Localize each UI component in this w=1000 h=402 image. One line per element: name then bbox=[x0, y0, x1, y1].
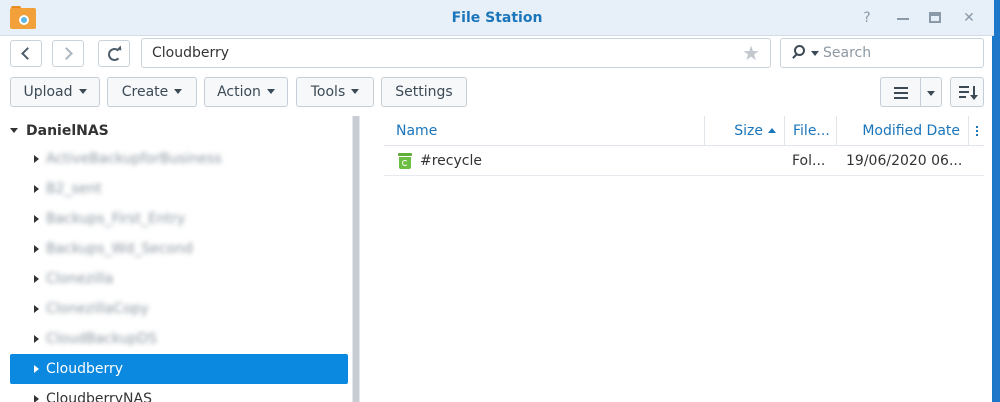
caret-down-icon bbox=[351, 89, 360, 94]
search-options-caret-icon[interactable] bbox=[811, 51, 819, 56]
collapsed-triangle-icon[interactable] bbox=[34, 155, 39, 163]
sort-ascending-icon bbox=[768, 128, 776, 133]
collapsed-triangle-icon[interactable] bbox=[34, 185, 39, 193]
tree-item[interactable]: ActiveBackupforBusiness bbox=[10, 144, 348, 174]
tree-item-label: Cloudberry bbox=[46, 361, 124, 377]
column-menu-icon[interactable] bbox=[968, 116, 984, 146]
back-button[interactable] bbox=[10, 40, 42, 67]
tree-item[interactable]: ClonezillaCopy bbox=[10, 294, 348, 324]
path-bar[interactable]: Cloudberry ★ bbox=[141, 38, 771, 68]
collapsed-triangle-icon[interactable] bbox=[34, 245, 39, 253]
file-modified-date: 19/06/2020 06... bbox=[846, 153, 963, 169]
collapsed-triangle-icon[interactable] bbox=[34, 395, 39, 402]
expanded-triangle-icon bbox=[10, 128, 18, 133]
view-options-caret-button[interactable] bbox=[920, 77, 942, 107]
column-header-size[interactable]: Size bbox=[704, 116, 784, 146]
tree-item[interactable]: CloudberryNAS bbox=[10, 384, 348, 402]
file-type: Fol... bbox=[792, 153, 826, 169]
window-title: File Station bbox=[451, 10, 543, 26]
recycle-bin-icon bbox=[398, 153, 412, 169]
tree-item[interactable]: Backups_First_Entry bbox=[10, 204, 348, 234]
caret-down-icon bbox=[174, 89, 183, 94]
collapsed-triangle-icon[interactable] bbox=[34, 275, 39, 283]
action-button[interactable]: Action bbox=[204, 77, 288, 107]
tree-item-label: B2_sent bbox=[46, 181, 102, 197]
forward-button[interactable] bbox=[52, 40, 84, 67]
minimize-icon[interactable] bbox=[892, 8, 914, 28]
list-view-button[interactable] bbox=[880, 77, 920, 107]
tree-item-label: CloudberryNAS bbox=[46, 391, 152, 402]
refresh-button[interactable] bbox=[98, 40, 130, 67]
collapsed-triangle-icon[interactable] bbox=[34, 215, 39, 223]
help-icon[interactable]: ? bbox=[856, 8, 878, 28]
tree-item[interactable]: Backups_Wd_Second bbox=[10, 234, 348, 264]
collapsed-triangle-icon[interactable] bbox=[34, 365, 39, 373]
tools-button[interactable]: Tools bbox=[296, 77, 374, 107]
search-icon[interactable] bbox=[791, 45, 805, 59]
file-station-window: File Station ? ✕ Cloudberry ★ Upload Cre… bbox=[0, 0, 994, 402]
maximize-icon[interactable] bbox=[924, 8, 946, 28]
caret-down-icon bbox=[266, 89, 275, 94]
create-button[interactable]: Create bbox=[107, 77, 197, 107]
settings-button[interactable]: Settings bbox=[381, 77, 467, 107]
column-header-name[interactable]: Name bbox=[396, 116, 437, 146]
caret-down-icon bbox=[78, 89, 87, 94]
chevron-right-icon bbox=[60, 47, 73, 60]
folder-tree: DanielNAS ActiveBackupforBusiness B2_sent… bbox=[0, 116, 352, 402]
column-header-modified-date[interactable]: Modified Date bbox=[836, 116, 968, 146]
tree-item-label: ActiveBackupforBusiness bbox=[46, 151, 222, 167]
favorite-star-icon[interactable]: ★ bbox=[742, 41, 760, 65]
file-list-header: Name Size File... Modified Date bbox=[384, 116, 984, 146]
tree-root-danielnas[interactable]: DanielNAS bbox=[10, 120, 109, 142]
sort-button[interactable] bbox=[950, 77, 984, 107]
tree-item[interactable]: CloudBackupDS bbox=[10, 324, 348, 354]
file-list: Name Size File... Modified Date #recycle… bbox=[384, 116, 984, 402]
title-bar: File Station ? ✕ bbox=[0, 0, 994, 36]
file-name: #recycle bbox=[420, 153, 482, 169]
close-icon[interactable]: ✕ bbox=[958, 8, 980, 28]
search-input[interactable] bbox=[823, 42, 973, 64]
tree-item[interactable]: Cloudberry bbox=[10, 354, 348, 384]
current-path: Cloudberry bbox=[152, 45, 230, 61]
tree-item[interactable]: Clonezilla bbox=[10, 264, 348, 294]
tree-item-label: Backups_First_Entry bbox=[46, 211, 186, 227]
upload-button[interactable]: Upload bbox=[10, 77, 100, 107]
search-box[interactable] bbox=[780, 38, 984, 68]
tree-item-label: ClonezillaCopy bbox=[46, 301, 149, 317]
collapsed-triangle-icon[interactable] bbox=[34, 335, 39, 343]
file-row[interactable]: #recycle Fol... 19/06/2020 06... bbox=[384, 147, 984, 176]
tree-item-label: Backups_Wd_Second bbox=[46, 241, 193, 257]
tree-item-label: Clonezilla bbox=[46, 271, 114, 287]
tree-item-label: CloudBackupDS bbox=[46, 331, 157, 347]
collapsed-triangle-icon[interactable] bbox=[34, 305, 39, 313]
tree-scrollbar[interactable] bbox=[352, 116, 360, 402]
column-header-file-type[interactable]: File... bbox=[784, 116, 836, 146]
tree-item[interactable]: B2_sent bbox=[10, 174, 348, 204]
chevron-left-icon bbox=[21, 47, 34, 60]
